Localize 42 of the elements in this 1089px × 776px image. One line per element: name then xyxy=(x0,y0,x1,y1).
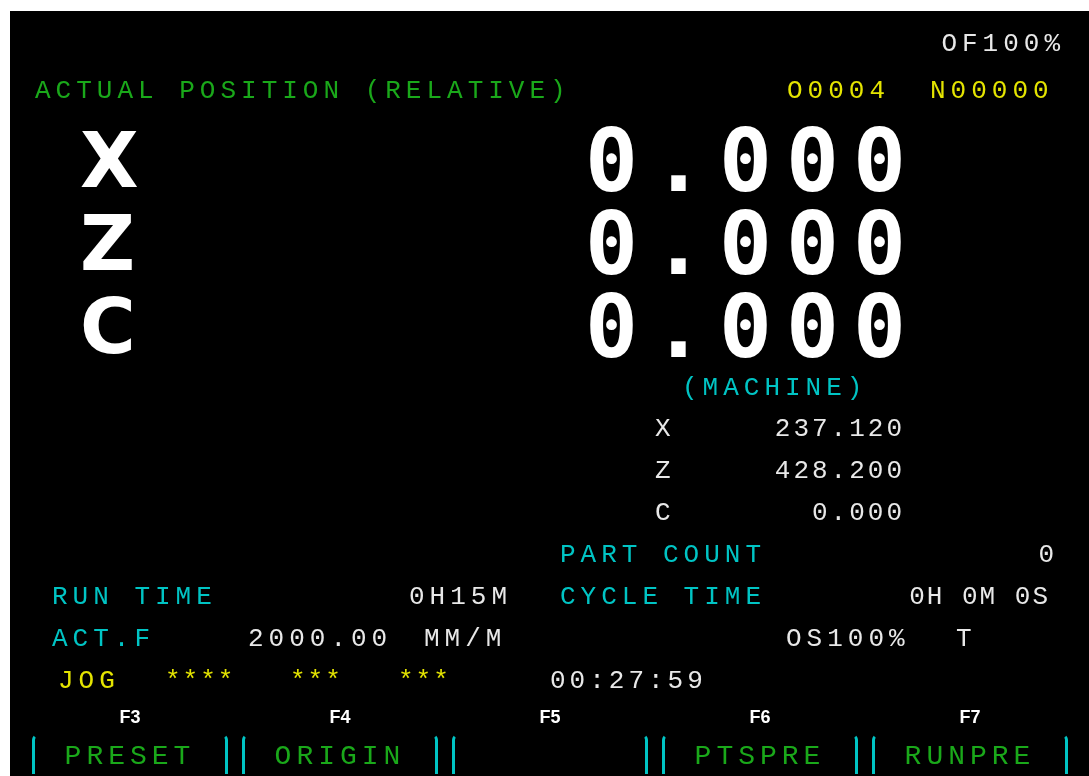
feed-value: 2000.00 xyxy=(248,624,394,654)
cycle-time-value: 0H 0M 0S xyxy=(908,582,1050,612)
softkey[interactable]: PRESET xyxy=(32,734,228,774)
status-field: **** xyxy=(165,666,290,696)
tool-indicator: T xyxy=(956,624,977,654)
function-key-label: F5 xyxy=(539,706,561,728)
axis-position: 0.000 xyxy=(585,286,920,367)
function-key-label: F4 xyxy=(329,706,351,728)
screen-title: ACTUAL POSITION (RELATIVE) xyxy=(35,76,572,106)
axis-label: X xyxy=(80,120,140,201)
part-count-label: PART COUNT xyxy=(560,540,767,570)
axis-label: X xyxy=(655,414,675,444)
function-key-label: F7 xyxy=(959,706,981,728)
feed-unit: MM/M xyxy=(424,624,508,654)
machine-heading: (MACHINE) xyxy=(682,373,868,403)
softkey[interactable]: RUNPRE xyxy=(872,734,1068,774)
feed-override: OF100% xyxy=(941,29,1065,59)
axis-position: 0.000 xyxy=(811,498,905,528)
axis-label: C xyxy=(655,498,675,528)
run-time-label: RUN TIME xyxy=(52,582,218,612)
run-time-value: 0H15M xyxy=(408,582,512,612)
axis-position: 0.000 xyxy=(585,120,920,201)
function-key-label: F6 xyxy=(749,706,771,728)
sequence-number: N00000 xyxy=(930,76,1054,106)
clock: 00:27:59 xyxy=(550,666,707,696)
axis-label: Z xyxy=(80,203,137,284)
softkey[interactable]: PTSPRE xyxy=(662,734,858,774)
mode-indicator: JOG xyxy=(58,666,121,696)
axis-position: 428.200 xyxy=(773,456,905,486)
spindle-override: OS100% xyxy=(786,624,911,654)
axis-position: 0.000 xyxy=(585,203,920,284)
part-count-value: 0 xyxy=(1038,540,1059,570)
cycle-time-label: CYCLE TIME xyxy=(560,582,768,612)
feed-label: ACT.F xyxy=(52,624,156,654)
status-field: *** xyxy=(398,666,550,696)
softkey[interactable]: ORIGIN xyxy=(242,734,438,774)
axis-position: 237.120 xyxy=(773,414,905,444)
axis-label: Z xyxy=(655,456,675,486)
status-field: *** xyxy=(290,666,398,696)
function-key-label: F3 xyxy=(119,706,141,728)
program-number: O0004 xyxy=(787,76,891,106)
axis-label: C xyxy=(80,286,137,367)
